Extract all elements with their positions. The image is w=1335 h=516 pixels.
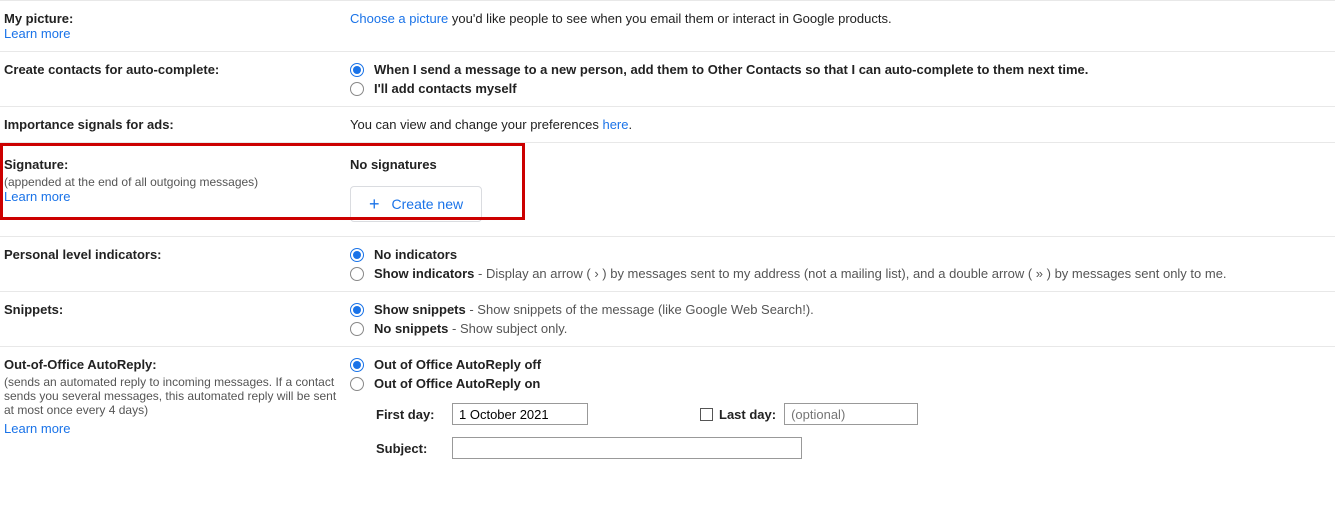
no-snippets-desc: - Show subject only. [448,321,567,336]
no-signatures-text: No signatures [350,157,1325,172]
my-picture-learn-more-link[interactable]: Learn more [4,26,70,41]
lastday-label: Last day: [719,407,776,422]
radio-no-indicators[interactable] [350,248,364,262]
plus-icon: + [369,195,380,213]
ads-pre-text: You can view and change your preferences [350,117,602,132]
my-picture-text: you'd like people to see when you email … [448,11,891,26]
show-indicators-desc: - Display an arrow ( › ) by messages sen… [474,266,1226,281]
row-snippets: Snippets: Show snippets - Show snippets … [0,292,1335,347]
row-personal-indicators: Personal level indicators: No indicators… [0,237,1335,292]
radio-show-indicators[interactable] [350,267,364,281]
firstday-label: First day: [376,407,448,422]
radio-no-snippets[interactable] [350,322,364,336]
ooo-on-text: Out of Office AutoReply on [374,376,540,391]
radio-auto-add-contacts[interactable] [350,63,364,77]
personal-indicators-label: Personal level indicators: [4,247,340,262]
show-snippets-desc: - Show snippets of the message (like Goo… [466,302,814,317]
subject-input[interactable] [452,437,802,459]
row-out-of-office: Out-of-Office AutoReply: (sends an autom… [0,347,1335,481]
row-my-picture: My picture: Learn more Choose a picture … [0,0,1335,52]
ads-post-text: . [629,117,633,132]
ooo-learn-more-link[interactable]: Learn more [4,421,70,436]
lastday-checkbox[interactable] [700,408,713,421]
signature-label: Signature: [4,157,340,172]
show-indicators-bold: Show indicators [374,266,474,281]
create-new-label: Create new [392,196,464,212]
show-snippets-bold: Show snippets [374,302,466,317]
radio-ooo-off[interactable] [350,358,364,372]
ooo-label: Out-of-Office AutoReply: [4,357,340,372]
row-create-contacts: Create contacts for auto-complete: When … [0,52,1335,107]
lastday-input[interactable] [784,403,918,425]
signature-sublabel: (appended at the end of all outgoing mes… [4,175,340,189]
radio-show-snippets[interactable] [350,303,364,317]
subject-label: Subject: [376,441,448,456]
radio-ooo-on[interactable] [350,377,364,391]
row-importance-ads: Importance signals for ads: You can view… [0,107,1335,143]
no-snippets-bold: No snippets [374,321,448,336]
importance-ads-label: Importance signals for ads: [4,117,340,132]
my-picture-label: My picture: [4,11,340,26]
signature-learn-more-link[interactable]: Learn more [4,189,70,204]
ooo-sublabel: (sends an automated reply to incoming me… [4,375,340,417]
ads-here-link[interactable]: here [602,117,628,132]
create-new-signature-button[interactable]: + Create new [350,186,482,222]
snippets-label: Snippets: [4,302,340,317]
row-signature: Signature: (appended at the end of all o… [0,143,1335,237]
firstday-input[interactable] [452,403,588,425]
auto-add-contacts-text: When I send a message to a new person, a… [374,62,1088,77]
no-indicators-text: No indicators [374,247,457,262]
create-contacts-label: Create contacts for auto-complete: [4,62,340,77]
radio-manual-contacts[interactable] [350,82,364,96]
ooo-off-text: Out of Office AutoReply off [374,357,541,372]
choose-picture-link[interactable]: Choose a picture [350,11,448,26]
manual-contacts-text: I'll add contacts myself [374,81,517,96]
